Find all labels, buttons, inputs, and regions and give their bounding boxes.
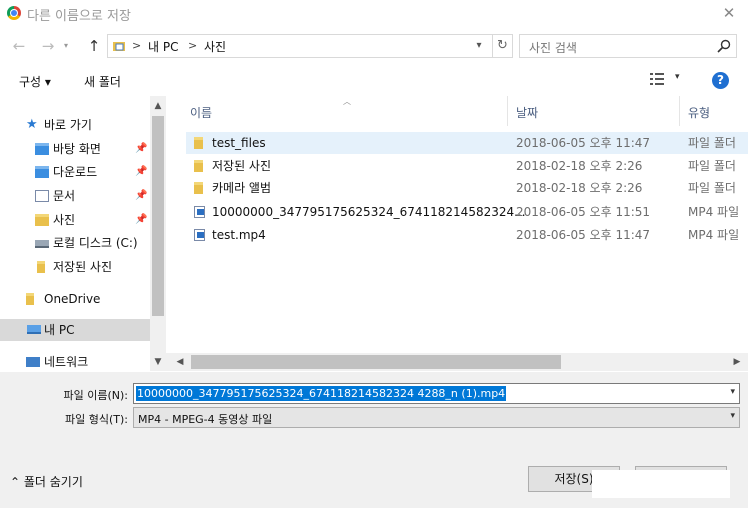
file-row[interactable]: 저장된 사진 2018-02-18 오후 2:26 파일 폴더 [186, 155, 748, 177]
sidebar-item-onedrive[interactable]: OneDrive [26, 288, 146, 310]
video-file-icon [194, 206, 205, 218]
search-input[interactable]: 사진 검색 [519, 34, 737, 58]
pc-icon [27, 325, 41, 334]
filetype-label: 파일 형식(T): [65, 413, 128, 426]
window-title: 다른 이름으로 저장 [27, 9, 131, 24]
column-header-type[interactable]: 유형 [688, 104, 710, 121]
chevron-down-icon[interactable]: ▾ [730, 387, 735, 397]
sidebar-item-local-disk[interactable]: 로컬 디스크 (C:) [35, 232, 150, 254]
file-row[interactable]: 카메라 앨범 2018-02-18 오후 2:26 파일 폴더 [186, 177, 748, 199]
column-header-name[interactable]: 이름 [190, 104, 212, 121]
filetype-value: MP4 - MPEG-4 동영상 파일 [138, 413, 273, 426]
scroll-up-icon[interactable]: ▲ [150, 98, 166, 114]
chrome-icon [7, 6, 21, 20]
breadcrumb-item-pictures[interactable]: 사진 [204, 38, 226, 55]
breadcrumb-item-pc[interactable]: 내 PC [148, 38, 178, 55]
recent-dropdown-button[interactable]: ▾ [55, 35, 77, 57]
search-placeholder: 사진 검색 [529, 41, 577, 55]
sidebar-item-quick-access[interactable]: ★ 바로 가기 [26, 114, 146, 136]
sidebar-item-saved-pictures[interactable]: 저장된 사진 [35, 256, 147, 278]
column-divider[interactable] [679, 96, 680, 126]
pictures-location-icon [113, 42, 125, 51]
scroll-right-icon[interactable]: ▶ [729, 354, 745, 370]
redaction-overlay [592, 470, 730, 498]
search-icon[interactable] [716, 38, 732, 54]
folder-icon [194, 182, 203, 194]
sidebar-item-desktop[interactable]: 바탕 화면 📌 [35, 138, 147, 160]
back-button[interactable]: ← [8, 35, 30, 57]
filetype-select[interactable]: MP4 - MPEG-4 동영상 파일 ▾ [133, 407, 740, 428]
column-divider[interactable] [507, 96, 508, 126]
scroll-left-icon[interactable]: ◀ [172, 354, 188, 370]
close-button[interactable]: ✕ [714, 2, 744, 24]
filename-value: 10000000_347795175625324_674118214582324… [136, 386, 507, 401]
title-bar: 다른 이름으로 저장 ✕ [0, 0, 748, 27]
filename-label: 파일 이름(N): [63, 389, 129, 402]
up-button[interactable]: ↑ [83, 35, 105, 57]
column-header-date[interactable]: 날짜 [516, 104, 538, 121]
sidebar-item-downloads[interactable]: 다운로드 📌 [35, 161, 147, 183]
network-icon [26, 357, 40, 367]
breadcrumb-separator-icon: > [132, 39, 142, 52]
toolbar: 구성 ▾ 새 폴더 ▾ [0, 64, 748, 96]
pictures-folder-icon [35, 214, 49, 226]
breadcrumb-separator-icon: > [188, 39, 198, 52]
onedrive-icon [26, 293, 34, 305]
new-folder-button[interactable]: 새 폴더 [84, 73, 121, 90]
pin-icon[interactable]: 📌 [135, 185, 147, 207]
refresh-button[interactable]: ↻ [493, 34, 513, 58]
chevron-down-icon[interactable]: ▾ [730, 411, 735, 421]
file-row[interactable]: test.mp4 2018-06-05 오후 11:47 MP4 파일 [186, 224, 748, 246]
video-file-icon [194, 229, 205, 241]
drive-icon [35, 240, 49, 248]
download-folder-icon [35, 166, 49, 178]
pin-icon[interactable]: 📌 [135, 161, 147, 183]
chevron-down-icon[interactable]: ▾ [472, 37, 486, 55]
view-options-icon[interactable] [650, 73, 664, 85]
horizontal-scrollbar-thumb[interactable] [191, 355, 561, 369]
pin-icon[interactable]: 📌 [135, 209, 147, 231]
folder-icon [37, 261, 45, 273]
desktop-folder-icon [35, 143, 49, 155]
hide-folders-button[interactable]: ⌃ 폴더 숨기기 [10, 473, 83, 490]
filename-field[interactable]: 10000000_347795175625324_674118214582324… [133, 383, 740, 404]
sidebar-scrollbar-thumb[interactable] [152, 116, 164, 316]
address-bar[interactable]: > 내 PC > 사진 ▾ [107, 34, 493, 58]
sidebar-item-pictures[interactable]: 사진 📌 [35, 209, 147, 231]
folder-icon [194, 137, 203, 149]
pin-icon[interactable]: 📌 [135, 138, 147, 160]
folder-icon [194, 160, 203, 172]
sidebar-item-network[interactable]: 네트워크 [26, 351, 146, 373]
scroll-down-icon[interactable]: ▼ [150, 354, 166, 370]
file-row[interactable]: test_files 2018-06-05 오후 11:47 파일 폴더 [186, 132, 748, 154]
sort-ascending-icon: ︿ [343, 97, 351, 106]
documents-folder-icon [35, 190, 49, 202]
sidebar-item-documents[interactable]: 문서 📌 [35, 185, 147, 207]
chevron-down-icon[interactable]: ▾ [675, 72, 680, 82]
sidebar-item-this-pc[interactable]: 내 PC [0, 319, 150, 341]
file-row[interactable]: 10000000_347795175625324_674118214582324… [186, 201, 748, 223]
organize-button[interactable]: 구성 ▾ [19, 73, 51, 90]
help-button[interactable]: ? [712, 72, 729, 89]
star-icon: ★ [26, 117, 38, 132]
